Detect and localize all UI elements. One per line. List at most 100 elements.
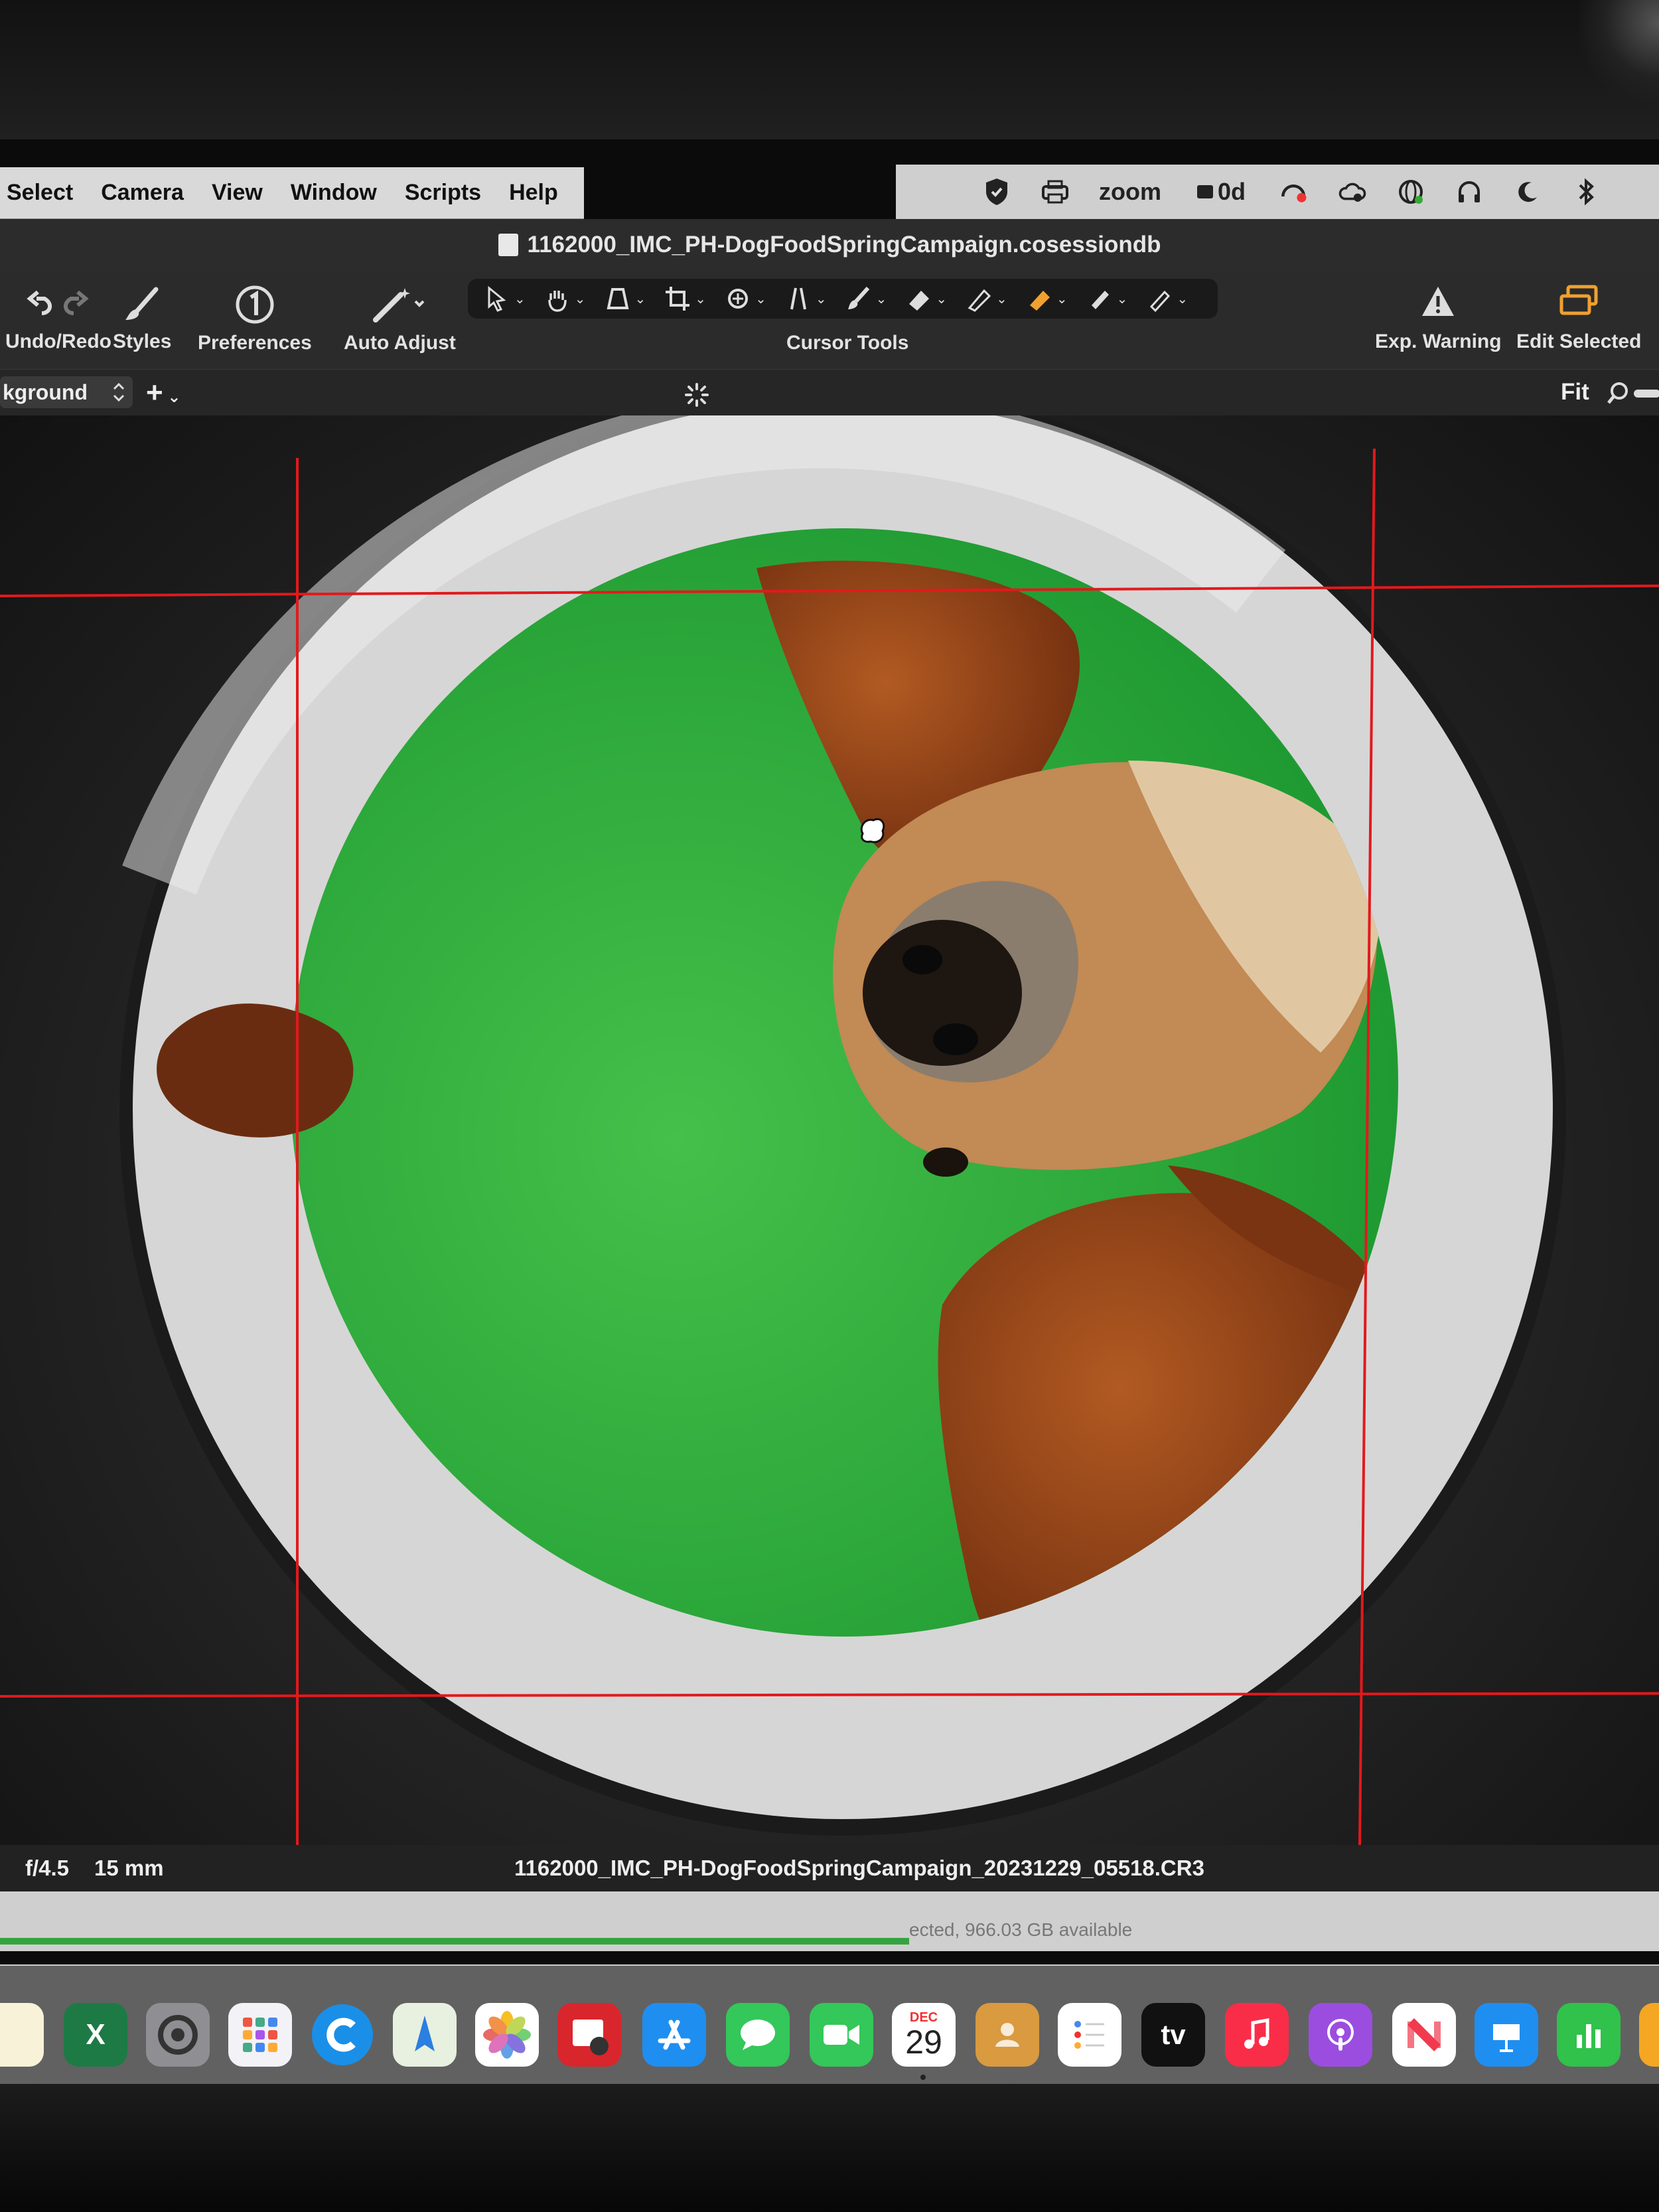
edit-selected-label: Edit Selected: [1516, 331, 1642, 352]
dock-launchpad-icon[interactable]: [228, 2003, 292, 2067]
crop-icon: [666, 287, 690, 311]
menu-select[interactable]: Select: [7, 180, 73, 206]
aperture-value: f/4.5: [25, 1856, 70, 1880]
dock-news-icon[interactable]: [1392, 2003, 1456, 2067]
shield-icon[interactable]: [982, 177, 1011, 206]
image-filename: 1162000_IMC_PH-DogFoodSpringCampaign_202…: [514, 1856, 1204, 1880]
menu-help[interactable]: Help: [509, 180, 558, 206]
calendar-running-indicator: [920, 2075, 926, 2080]
gradient-tool[interactable]: ⌄: [966, 285, 1007, 312]
headphones-icon[interactable]: [1455, 177, 1484, 206]
eraser-tool[interactable]: ⌄: [905, 285, 947, 312]
color-picker-tool[interactable]: ⌄: [1026, 285, 1068, 312]
dock-apple-tv-icon[interactable]: tv: [1141, 2003, 1205, 2067]
annotate-icon: [1150, 290, 1171, 312]
background-reflection: [1579, 0, 1659, 113]
menu-view[interactable]: View: [212, 180, 263, 206]
calendar-month: DEC: [909, 2010, 938, 2025]
screen-record-icon[interactable]: [1279, 177, 1309, 206]
captured-photo: [119, 415, 1566, 1836]
finder-selection-outline: [0, 1938, 909, 1945]
image-viewer[interactable]: [0, 415, 1659, 1845]
zoom-magnifier-icon[interactable]: [1605, 380, 1631, 407]
menu-window[interactable]: Window: [291, 180, 377, 206]
timer-status[interactable]: 0d: [1190, 177, 1250, 206]
dock-app-store-icon[interactable]: [642, 2003, 706, 2067]
menu-scripts[interactable]: Scripts: [405, 180, 481, 206]
gradient-icon: [968, 289, 991, 312]
brush-tool[interactable]: ⌄: [845, 285, 887, 312]
dock-system-settings-icon[interactable]: [146, 2003, 210, 2067]
eraser-icon: [909, 291, 930, 311]
dock-music-icon[interactable]: [1225, 2003, 1289, 2067]
printer-icon[interactable]: [1041, 177, 1070, 206]
annotate-tool[interactable]: ⌄: [1146, 285, 1188, 312]
loupe-tool[interactable]: ⌄: [605, 285, 646, 312]
rotate-tool[interactable]: ⌄: [725, 285, 766, 312]
cursor-tools-label: Cursor Tools: [786, 332, 909, 354]
moon-icon[interactable]: [1513, 177, 1542, 206]
magic-wand-icon: [373, 288, 425, 323]
exp-warning-button[interactable]: Exp. Warning: [1375, 284, 1502, 353]
auto-adjust-label: Auto Adjust: [344, 332, 456, 354]
pen-icon: [1091, 291, 1109, 309]
dock-maps-icon[interactable]: [393, 2003, 457, 2067]
layer-selector[interactable]: kground: [0, 376, 133, 408]
dock-photo-booth-icon[interactable]: [557, 2003, 621, 2067]
window-title-bar: 1162000_IMC_PH-DogFoodSpringCampaign.cos…: [0, 219, 1659, 271]
exp-warning-label: Exp. Warning: [1375, 331, 1502, 352]
dock-numbers-icon[interactable]: [1557, 2003, 1621, 2067]
undo-redo-button[interactable]: Undo/Redo: [5, 284, 111, 353]
clock-icon: [1196, 185, 1213, 198]
globe-icon[interactable]: [1396, 177, 1425, 206]
zoom-slider[interactable]: [1634, 390, 1659, 398]
edit-selected-icon: [1559, 285, 1598, 315]
cloud-icon[interactable]: [1338, 177, 1367, 206]
image-info-bar: f/4.5 15 mm 1162000_IMC_PH-DogFoodSpring…: [0, 1845, 1659, 1891]
dock-contacts-icon[interactable]: [975, 2003, 1039, 2067]
monitor-top-bezel: [0, 0, 1659, 139]
draw-brush-icon: [847, 286, 869, 309]
hand-cursor-icon: [860, 818, 885, 844]
edit-selected-button[interactable]: Edit Selected: [1516, 284, 1641, 353]
layer-selector-value: kground: [3, 380, 88, 404]
loupe-icon: [607, 288, 629, 309]
warning-triangle-icon: [1422, 287, 1455, 316]
preferences-button[interactable]: Preferences: [198, 284, 312, 354]
hand-pan-tool[interactable]: ⌄: [544, 285, 586, 312]
window-title: 1162000_IMC_PH-DogFoodSpringCampaign.cos…: [527, 232, 1161, 258]
dock-podcasts-icon[interactable]: [1309, 2003, 1372, 2067]
preferences-label: Preferences: [198, 332, 312, 354]
zoom-status[interactable]: zoom: [1099, 178, 1161, 206]
brush-icon: [125, 287, 159, 320]
dock-photos-icon[interactable]: [475, 2003, 539, 2067]
select-arrow-tool[interactable]: ⌄: [484, 285, 526, 312]
keystone-tool[interactable]: ⌄: [785, 285, 827, 312]
auto-adjust-button[interactable]: Auto Adjust: [344, 284, 456, 354]
zoom-fit-label[interactable]: Fit: [1561, 379, 1589, 406]
pen-tool[interactable]: ⌄: [1086, 285, 1127, 312]
grid-guide-vertical-left[interactable]: [296, 458, 299, 1845]
dock-reminders-icon[interactable]: [1058, 2003, 1121, 2067]
dock-calendar-icon[interactable]: DEC 29: [892, 2003, 956, 2067]
dock-partial-app-icon[interactable]: [1639, 2003, 1659, 2067]
styles-button[interactable]: Styles: [113, 284, 171, 353]
menu-camera[interactable]: Camera: [101, 180, 184, 206]
calendar-day: 29: [905, 2024, 942, 2061]
bluetooth-icon[interactable]: [1571, 177, 1601, 206]
monitor-bottom-bezel: [0, 2084, 1659, 2212]
dock-notes-icon[interactable]: [0, 2003, 44, 2067]
undo-redo-icon: [27, 290, 89, 315]
dock-capture-one-icon[interactable]: [311, 2003, 374, 2067]
add-layer-button[interactable]: + ⌄: [146, 376, 180, 409]
dock-excel-icon[interactable]: X: [64, 2003, 127, 2067]
focal-length-value: 15 mm: [94, 1856, 164, 1880]
hand-pan-icon: [548, 291, 567, 312]
preferences-icon: [236, 285, 274, 324]
dock-facetime-icon[interactable]: [810, 2003, 873, 2067]
crop-tool[interactable]: ⌄: [664, 285, 706, 312]
dock-keynote-icon[interactable]: [1475, 2003, 1538, 2067]
styles-label: Styles: [113, 331, 172, 352]
dock-messages-icon[interactable]: [726, 2003, 790, 2067]
rotate-icon: [728, 289, 749, 309]
